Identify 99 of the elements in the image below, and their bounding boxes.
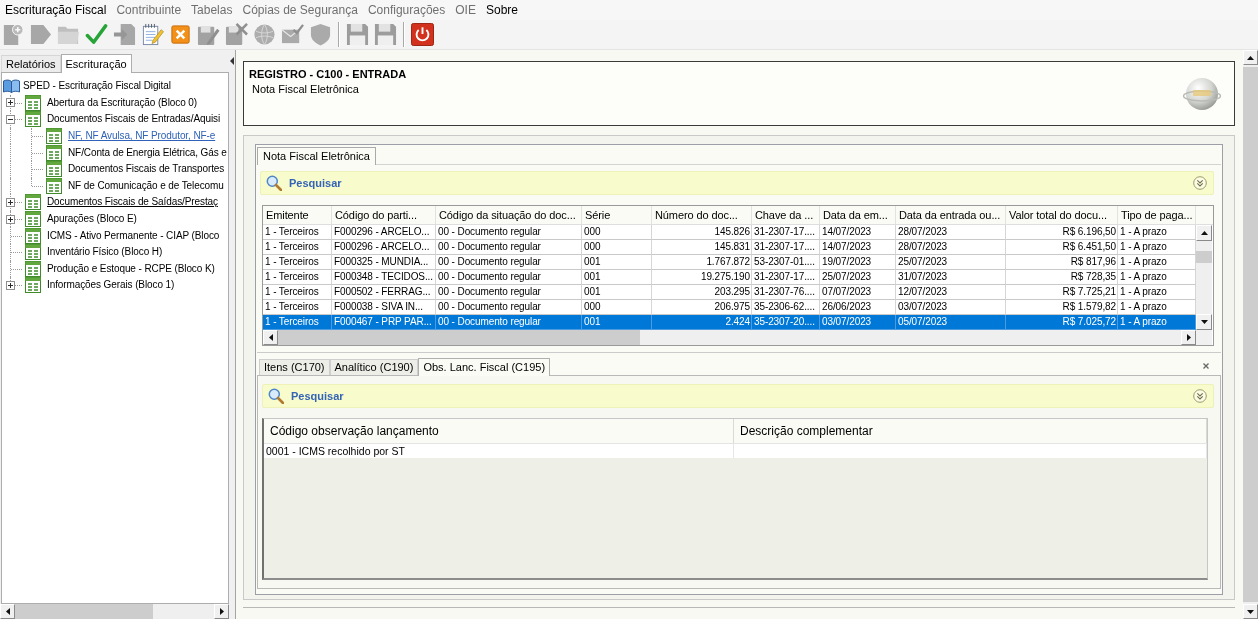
close-icon[interactable] bbox=[1203, 363, 1209, 369]
table-row[interactable]: 1 - Terceiros F000502 - FERRAG... 00 - Documento regular 001 203.295 31-2307-76.... 07/07/2023 12/07/2023 R$ 7.725,21 1 - A prazo bbox=[263, 285, 1196, 300]
plus-box-icon[interactable] bbox=[6, 280, 15, 290]
scroll-down-button[interactable] bbox=[1196, 314, 1212, 330]
table-row[interactable]: 1 - Terceiros F000038 - SIVA IN... 00 - Documento regular 000 206.975 35-2306-62.... 26/06/2023 03/07/2023 R$ 1.579,82 1 - A prazo bbox=[263, 300, 1196, 315]
record-title: REGISTRO - C100 - ENTRADA bbox=[249, 67, 407, 81]
column-header[interactable]: Data da entrada ou... bbox=[896, 206, 1006, 224]
power-button-icon[interactable] bbox=[411, 23, 434, 46]
left-triangle-icon bbox=[268, 334, 273, 341]
column-header[interactable]: Código observação lançamento bbox=[264, 419, 734, 443]
table-row[interactable]: 0001 - ICMS recolhido por ST bbox=[264, 444, 1207, 458]
column-header[interactable]: Emitente bbox=[263, 206, 332, 224]
search-label: Pesquisar bbox=[289, 177, 342, 189]
scrollbar-corner bbox=[1196, 330, 1212, 345]
scroll-up-button[interactable] bbox=[1196, 225, 1212, 241]
menu-item[interactable]: Escrituração Fiscal bbox=[0, 1, 112, 19]
horizontal-scrollbar[interactable] bbox=[0, 604, 229, 619]
scroll-thumb[interactable] bbox=[15, 604, 153, 619]
tree-item[interactable]: Documentos Fiscais de Entradas/Aquisi bbox=[47, 112, 221, 127]
tree-item[interactable]: NF/Conta de Energia Elétrica, Gás e bbox=[68, 145, 227, 160]
table-row[interactable]: 1 - Terceiros F000296 - ARCELO... 00 - Documento regular 000 145.826 31-2307-17.... 14/07/2023 28/07/2023 R$ 6.196,50 1 - A prazo bbox=[263, 225, 1196, 240]
notepad-pencil-icon[interactable] bbox=[141, 23, 164, 46]
menu-item[interactable]: Sobre bbox=[480, 1, 523, 19]
table-row[interactable]: 1 - Terceiros F000467 - PRP PAR... 00 - Documento regular 001 2.424 35-2307-20.... 03/07/2023 05/07/2023 R$ 7.025,72 1 - A prazo bbox=[263, 315, 1196, 330]
scroll-left-button[interactable] bbox=[0, 604, 15, 619]
double-chevron-down-icon[interactable] bbox=[1193, 176, 1207, 190]
spreadsheet-icon bbox=[46, 144, 62, 161]
tab[interactable]: Nota Fiscal Eletrônica bbox=[257, 147, 376, 165]
tree-item[interactable]: Inventário Físico (Bloco H) bbox=[47, 245, 163, 260]
cancel-icon[interactable] bbox=[169, 23, 192, 46]
scroll-thumb[interactable] bbox=[1196, 251, 1212, 263]
spreadsheet-icon bbox=[46, 177, 62, 194]
tree-item[interactable]: ICMS - Ativo Permanente - CIAP (Bloco bbox=[47, 228, 220, 243]
plus-box-icon[interactable] bbox=[6, 214, 15, 224]
spreadsheet-icon bbox=[25, 277, 41, 294]
spreadsheet-icon bbox=[46, 128, 62, 145]
tab[interactable]: Relatórios bbox=[1, 55, 61, 72]
column-header[interactable]: Série bbox=[582, 206, 652, 224]
tree-item[interactable]: Abertura da Escrituração (Bloco 0) bbox=[47, 95, 197, 110]
minus-box-icon[interactable] bbox=[6, 115, 15, 124]
spreadsheet-icon bbox=[25, 211, 41, 228]
spreadsheet-icon bbox=[25, 111, 41, 128]
search-bar[interactable]: Pesquisar bbox=[260, 171, 1214, 195]
horizontal-scrollbar[interactable] bbox=[263, 330, 1196, 345]
plus-box-icon[interactable] bbox=[6, 197, 15, 207]
double-chevron-down-icon[interactable] bbox=[1193, 389, 1207, 403]
scroll-left-button[interactable] bbox=[263, 330, 278, 345]
column-header[interactable]: Número do doc... bbox=[652, 206, 752, 224]
right-triangle-icon bbox=[219, 608, 224, 615]
column-header[interactable]: Chave da ... bbox=[752, 206, 820, 224]
right-triangle-icon bbox=[1186, 334, 1191, 341]
scroll-right-button[interactable] bbox=[214, 604, 229, 619]
up-triangle-icon bbox=[1200, 231, 1208, 235]
spreadsheet-icon bbox=[25, 227, 41, 244]
down-triangle-icon bbox=[1200, 320, 1208, 324]
table-row[interactable]: 1 - Terceiros F000348 - TECIDOS... 00 - Documento regular 001 19.275.190 31-2307-17.... 25/07/2023 31/07/2023 R$ 728,35 1 - A prazo bbox=[263, 270, 1196, 285]
spreadsheet-icon bbox=[25, 260, 41, 277]
search-icon bbox=[266, 175, 282, 191]
tab[interactable]: Itens (C170) bbox=[259, 359, 330, 375]
column-header[interactable]: Valor total do docu... bbox=[1006, 206, 1118, 224]
up-triangle-icon bbox=[1247, 55, 1254, 60]
spreadsheet-icon bbox=[25, 194, 41, 211]
open-book-icon bbox=[3, 79, 20, 94]
tab[interactable]: Escrituração bbox=[60, 54, 132, 73]
globe-logo-icon bbox=[1183, 77, 1221, 113]
column-header[interactable]: Data da em... bbox=[820, 206, 896, 224]
spreadsheet-icon bbox=[46, 161, 62, 178]
tree-item[interactable]: Apurações (Bloco E) bbox=[47, 212, 137, 227]
record-subtitle: Nota Fiscal Eletrônica bbox=[252, 82, 360, 96]
column-header[interactable]: Código da situação do doc... bbox=[436, 206, 582, 224]
tree-item[interactable]: Documentos Fiscais de Saídas/Prestaç bbox=[47, 195, 218, 210]
tab[interactable]: Analítico (C190) bbox=[329, 359, 419, 375]
scroll-down-button[interactable] bbox=[1243, 604, 1258, 619]
table-row[interactable]: 1 - Terceiros F000325 - MUNDIA... 00 - Documento regular 001 1.767.872 53-2307-01.... 19/07/2023 25/07/2023 R$ 817,96 1 - A prazo bbox=[263, 255, 1196, 270]
table-cell: 0001 - ICMS recolhido por ST bbox=[264, 444, 734, 458]
tree-item[interactable]: SPED - Escrituração Fiscal Digital bbox=[23, 79, 171, 94]
search-label: Pesquisar bbox=[291, 390, 344, 402]
column-header[interactable]: Descrição complementar bbox=[734, 419, 1207, 443]
down-triangle-icon bbox=[1247, 609, 1254, 614]
tree-item[interactable]: NF, NF Avulsa, NF Produtor, NF-e bbox=[68, 129, 216, 144]
tree-item[interactable]: Produção e Estoque - RCPE (Bloco K) bbox=[47, 261, 215, 276]
plus-box-icon[interactable] bbox=[6, 98, 15, 108]
tab[interactable]: Obs. Lanc. Fiscal (C195) bbox=[418, 358, 551, 376]
scroll-up-button[interactable] bbox=[1243, 50, 1258, 65]
column-header[interactable]: Tipo de paga... bbox=[1118, 206, 1196, 224]
left-triangle-icon bbox=[5, 608, 10, 615]
table-row[interactable]: 1 - Terceiros F000296 - ARCELO... 00 - Documento regular 000 145.831 31-2307-17.... 14/07/2023 28/07/2023 R$ 6.451,50 1 - A prazo bbox=[263, 240, 1196, 255]
search-icon bbox=[268, 388, 284, 404]
vertical-scrollbar[interactable] bbox=[1196, 225, 1212, 330]
spreadsheet-icon bbox=[25, 244, 41, 261]
tree-item[interactable]: NF de Comunicação e de Telecomu bbox=[68, 178, 224, 193]
spreadsheet-icon bbox=[25, 94, 41, 111]
scroll-thumb[interactable] bbox=[278, 330, 640, 345]
tree-item[interactable]: Informações Gerais (Bloco 1) bbox=[47, 278, 175, 293]
tree-item[interactable]: Documentos Fiscais de Transportes bbox=[68, 162, 225, 177]
column-header[interactable]: Código do parti... bbox=[332, 206, 436, 224]
search-bar[interactable]: Pesquisar bbox=[262, 384, 1214, 408]
scroll-right-button[interactable] bbox=[1181, 330, 1196, 345]
checkmark-icon[interactable] bbox=[85, 23, 108, 46]
